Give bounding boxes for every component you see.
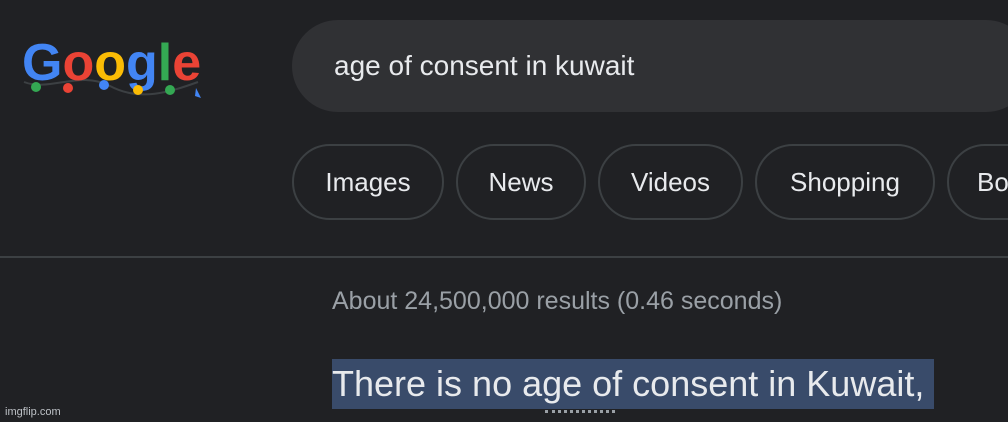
featured-snippet-highlight: There is no age of consent in Kuwait, [332, 359, 935, 409]
google-doodle-icon: Google [22, 34, 201, 98]
search-input[interactable]: age of consent in kuwait [334, 49, 634, 83]
header-divider [0, 256, 1008, 258]
logo-letter-g2: g [126, 34, 158, 92]
chip-news[interactable]: News [456, 144, 586, 220]
chip-images[interactable]: Images [292, 144, 444, 220]
logo-letter-e: e [172, 34, 201, 92]
result-stats: About 24,500,000 results (0.46 seconds) [332, 287, 783, 315]
logo-letter-g: G [22, 34, 62, 92]
snippet-underline [545, 410, 615, 413]
logo-text: Google [22, 34, 201, 92]
search-box[interactable]: age of consent in kuwait [292, 20, 1008, 112]
imgflip-watermark: imgflip.com [5, 406, 61, 418]
chip-books[interactable]: Bo [947, 144, 1008, 220]
chip-shopping[interactable]: Shopping [755, 144, 935, 220]
logo-letter-l: l [158, 34, 172, 92]
google-logo[interactable]: Google [20, 30, 210, 105]
chip-videos[interactable]: Videos [598, 144, 743, 220]
logo-letter-o2: o [94, 34, 126, 92]
